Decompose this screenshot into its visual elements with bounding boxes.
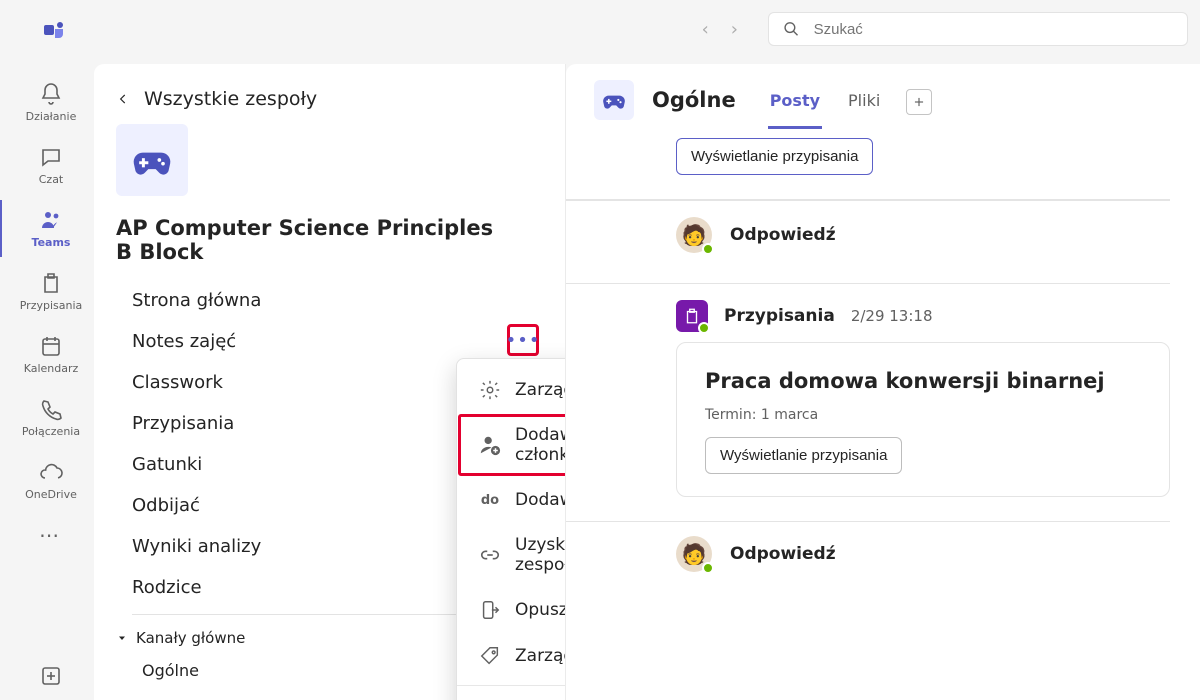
nav-back-button[interactable]: ‹ [702, 19, 709, 40]
rail-apps[interactable] [0, 652, 100, 700]
presence-available-icon [702, 243, 714, 255]
back-all-teams[interactable]: Wszystkie zespoły [94, 88, 565, 118]
ctx-add-channel[interactable]: do Dodawanie kanału [457, 477, 566, 523]
team-title-text: AP Computer Science Principles B Block [116, 216, 505, 264]
ctx-manage-tags-label: Zarządzaj tagami [515, 646, 566, 666]
team-link-home[interactable]: Strona główna [132, 280, 565, 321]
back-all-teams-label: Wszystkie zespoły [144, 88, 317, 110]
calendar-icon [39, 334, 63, 358]
rail-onedrive-label: OneDrive [25, 488, 77, 501]
ctx-add-member[interactable]: Dodawanie elementu członkowskiego [457, 413, 566, 477]
ctx-manage-team-label: Zarządzanie zespołem [515, 380, 566, 400]
ctx-leave-team[interactable]: Opuszczanie zespołu [457, 587, 566, 633]
post: Przypisania 2/29 13:18 Praca domowa konw… [566, 283, 1170, 497]
rail-calendar[interactable]: Kalendarz [0, 326, 100, 383]
rail-assignments[interactable]: Przypisania [0, 263, 100, 320]
nav-forward-button[interactable]: › [731, 19, 738, 40]
rail-activity[interactable]: Działanie [0, 74, 100, 131]
gear-icon [479, 379, 501, 401]
rail-assignments-label: Przypisania [20, 299, 83, 312]
post-timestamp: 2/29 13:18 [851, 307, 933, 325]
assignment-due: Termin: 1 marca [705, 407, 1141, 423]
tag-icon [479, 645, 501, 667]
channel-title: Ogólne [652, 88, 736, 112]
gamepad-icon [130, 138, 174, 182]
rail-calls-label: Połączenia [22, 425, 80, 438]
more-apps-icon: ⋯ [39, 523, 63, 547]
channels-section-label: Kanały główne [136, 629, 245, 647]
calls-icon [39, 397, 63, 421]
search-input[interactable] [814, 21, 1173, 38]
reply-row[interactable]: 🧑 Odpowiedź [566, 199, 1170, 253]
team-more-button[interactable]: ••• [507, 324, 539, 356]
team-link-notebook[interactable]: Notes zajęć [132, 321, 565, 362]
rail-calls[interactable]: Połączenia [0, 389, 100, 446]
apps-icon [39, 664, 63, 688]
reply-row[interactable]: 🧑 Odpowiedź [566, 521, 1170, 572]
ellipsis-icon: ••• [506, 330, 541, 351]
teams-logo-icon [42, 17, 66, 41]
activity-icon [39, 82, 63, 106]
add-tab-button[interactable] [906, 89, 932, 115]
search-icon [783, 20, 800, 38]
view-assignment-button[interactable]: Wyświetlanie przypisania [676, 138, 873, 175]
add-channel-icon: do [479, 489, 501, 511]
assignments-icon [39, 271, 63, 295]
chevron-left-icon [116, 92, 130, 106]
user-avatar: 🧑 [676, 217, 712, 253]
ctx-leave-team-label: Opuszczanie zespołu [515, 600, 566, 620]
rail-chat-label: Czat [39, 173, 64, 186]
reply-label: Odpowiedź [730, 544, 836, 564]
leave-icon [479, 599, 501, 621]
rail-chat[interactable]: Czat [0, 137, 100, 194]
ctx-get-link-label: Uzyskiwanie linku do zespołu [515, 535, 566, 575]
chat-icon [39, 145, 63, 169]
rail-calendar-label: Kalendarz [24, 362, 79, 375]
teams-icon [39, 208, 63, 232]
assignment-title: Praca domowa konwersji binarnej [705, 369, 1141, 393]
link-icon [479, 544, 501, 566]
presence-available-icon [702, 562, 714, 572]
rail-teams-label: Teams [32, 236, 71, 249]
plus-icon [912, 95, 926, 109]
post-app-title: Przypisania [724, 306, 835, 326]
user-avatar: 🧑 [676, 536, 712, 572]
assignment-card: Praca domowa konwersji binarnej Termin: … [676, 342, 1170, 497]
search-box[interactable] [768, 12, 1188, 46]
channel-avatar [594, 80, 634, 120]
ctx-manage-team[interactable]: Zarządzanie zespołem [457, 367, 566, 413]
view-assignment-button[interactable]: Wyświetlanie przypisania [705, 437, 902, 474]
presence-available-icon [698, 322, 710, 334]
ctx-manage-tags[interactable]: Zarządzaj tagami [457, 633, 566, 679]
reply-label: Odpowiedź [730, 225, 836, 245]
chevron-down-icon [116, 632, 128, 644]
gamepad-icon [601, 87, 627, 113]
tab-posts[interactable]: Posty [768, 91, 822, 129]
rail-teams[interactable]: Teams [0, 200, 100, 257]
add-person-icon [479, 434, 501, 456]
ctx-delete-team[interactable]: Usuwanie zespołu [457, 692, 566, 700]
ctx-divider [457, 685, 566, 686]
team-context-menu: Zarządzanie zespołem Dodawanie elementu … [456, 358, 566, 700]
rail-more[interactable]: ⋯ [0, 515, 100, 555]
ctx-add-member-label: Dodawanie elementu członkowskiego [515, 425, 566, 465]
rail-activity-label: Działanie [26, 110, 77, 123]
ctx-get-link[interactable]: Uzyskiwanie linku do zespołu [457, 523, 566, 587]
team-title-row: AP Computer Science Principles B Block [94, 202, 565, 270]
ctx-add-channel-label: Dodawanie kanału [515, 490, 566, 510]
team-avatar [116, 124, 188, 196]
rail-onedrive[interactable]: OneDrive [0, 452, 100, 509]
team-panel: Wszystkie zespoły AP Computer Science Pr… [94, 64, 566, 700]
tab-files[interactable]: Pliki [846, 91, 882, 129]
assignments-app-icon [676, 300, 708, 332]
onedrive-icon [39, 460, 63, 484]
